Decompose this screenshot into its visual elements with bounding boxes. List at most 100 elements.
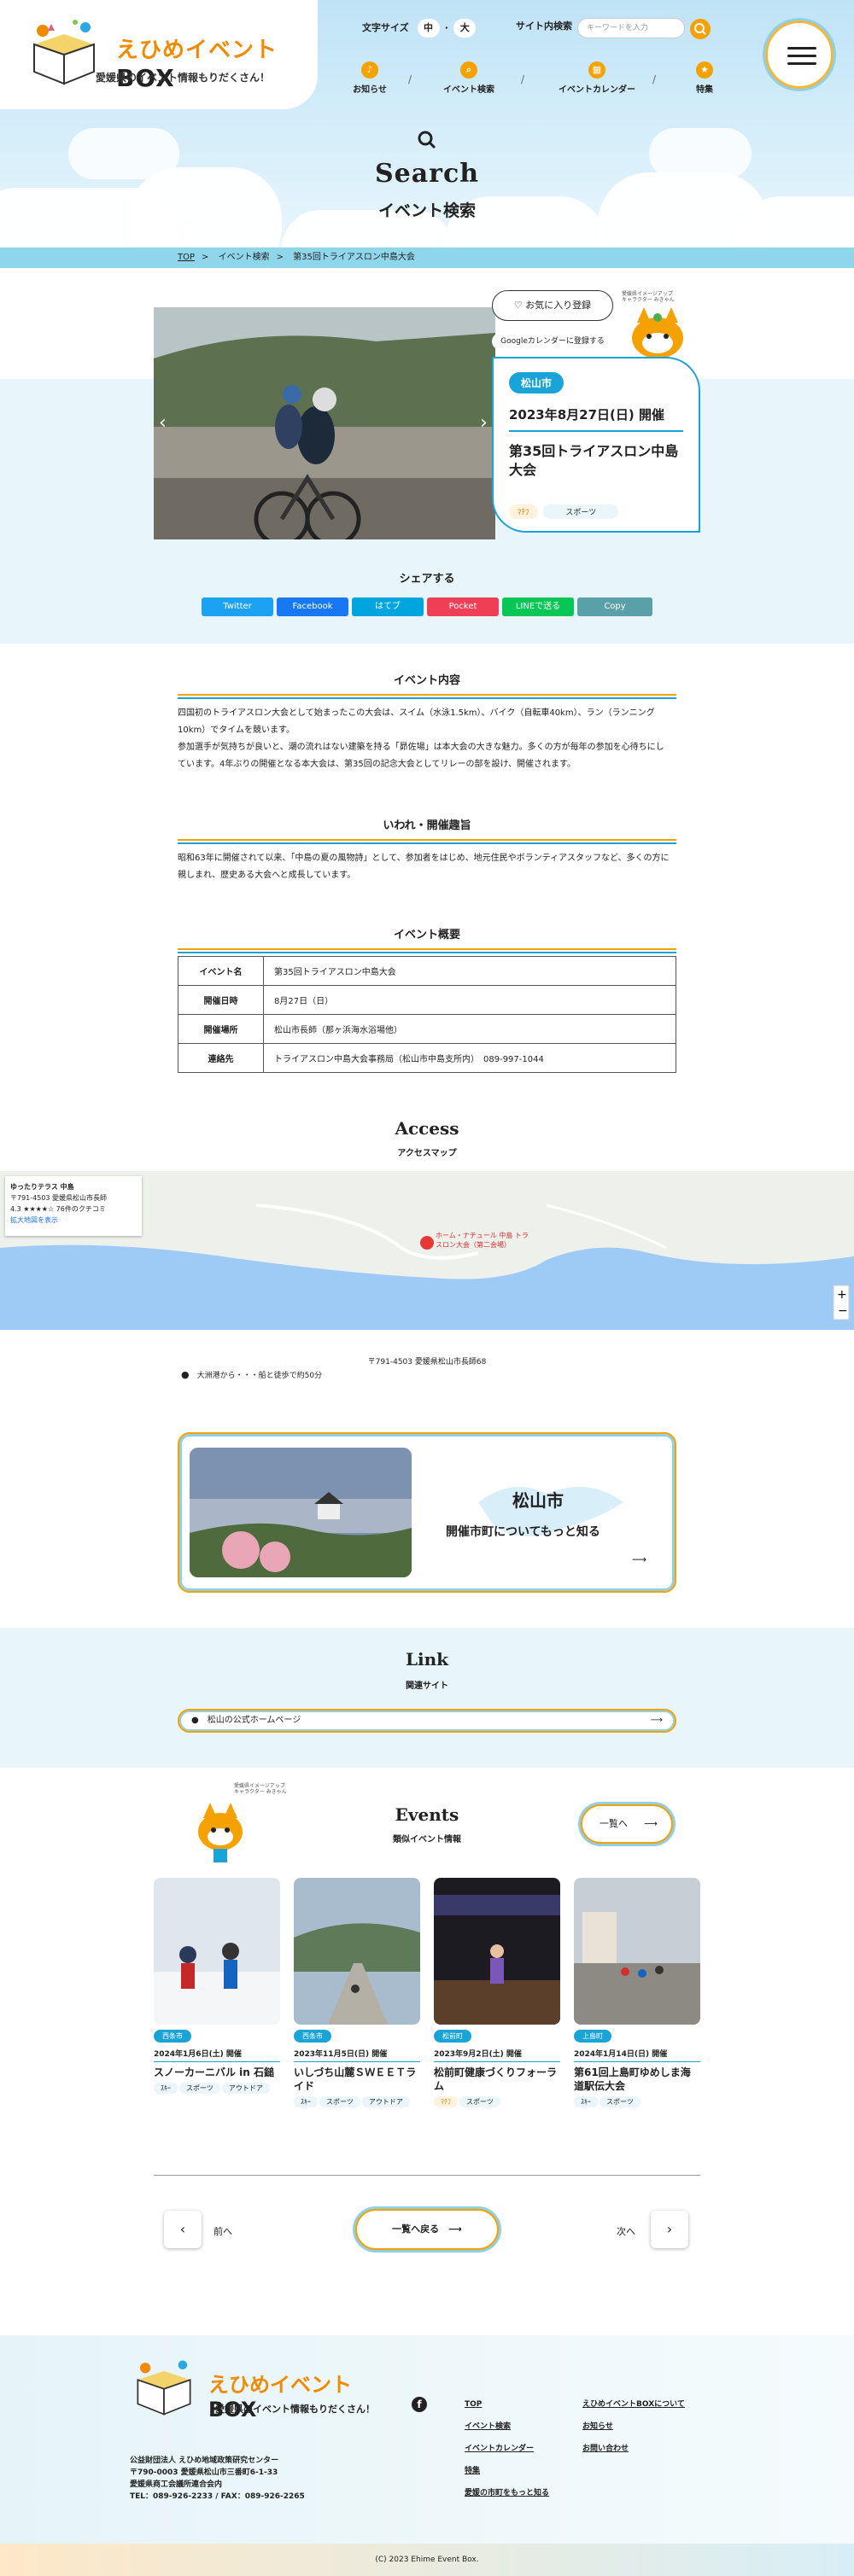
event-title: 第61回上島町ゆめしま海道駅伝大会 [574,2066,691,2093]
event-city-tag[interactable]: 上島町 [574,2030,611,2043]
breadcrumb-top[interactable]: TOP [178,253,195,262]
bullet-icon: ● [191,1716,199,1725]
city-info-link[interactable]: 松山市 開催市町についてもっと知る ⟶ [178,1432,676,1593]
event-date: 2024年1月6日(土) 開催 [154,2048,280,2062]
menu-bar [787,62,816,65]
breadcrumb-current: 第35回トライアスロン中島大会 [293,253,415,262]
event-tags: ﾏﾁﾌ スポーツ [509,504,622,519]
link-subheading: 関連サイト [406,1681,448,1691]
share-pocket-button[interactable]: Pocket [427,597,499,616]
font-size-medium-button[interactable]: 中 [417,19,440,38]
nav-feature[interactable]: ★ 特集 [666,61,743,95]
table-row: イベント名 第35回トライアスロン中島大会 [178,956,676,986]
map-enlarge-link[interactable]: 拡大地図を表示 [10,1215,137,1226]
nav-event-calendar[interactable]: ▦ イベントカレンダー [550,61,644,95]
event-date: 2023年8月27日(日) 開催 [509,405,683,432]
menu-bar [787,47,816,50]
table-key: 開催日時 [178,985,264,1015]
castle-photo [190,1448,412,1577]
calendar-icon: ▦ [588,61,605,79]
section-heading-content: イベント内容 [178,671,676,699]
event-info-card: 松山市 2023年8月27日(日) 開催 第35回トライアスロン中島大会 ﾏﾁﾌ… [492,357,700,533]
footer-link[interactable]: TOP [465,2393,549,2416]
site-search-label: サイト内検索 [516,20,572,32]
event-main-image: ‹ › [154,307,495,539]
table-key: イベント名 [178,956,264,986]
share-twitter-button[interactable]: Twitter [202,597,273,616]
nav-separator: / [652,73,657,85]
share-facebook-button[interactable]: Facebook [277,597,348,616]
search-input[interactable]: キーワードを入力 [577,18,685,38]
event-tag[interactable]: ﾏﾁﾌ [509,504,538,519]
search-submit-button[interactable] [690,19,711,39]
arrow-right-icon: ⟶ [632,1553,647,1565]
favorite-button[interactable]: ♡ お気に入り登録 [492,290,613,321]
event-thumbnail [154,1878,280,2025]
logo-area[interactable]: えひめイベントBOX 愛媛県のイベント情報もりだくさん！ [0,0,318,109]
breadcrumb: TOP > イベント検索 > 第35回トライアスロン中島大会 [0,248,854,268]
event-title: 第35回トライアスロン中島大会 [509,443,679,479]
events-list-button[interactable]: 一覧へ ⟶ [581,1804,673,1844]
city-photo [190,1448,412,1577]
breadcrumb-event-search[interactable]: イベント検索 [219,253,270,262]
footer-nav-1: TOP イベント検索 イベントカレンダー 特集 愛媛の市町をもっと知る [465,2393,549,2504]
event-date: 2023年9月2日(土) 開催 [434,2048,560,2062]
svg-text:−: − [838,1304,848,1318]
footer-link[interactable]: お問い合わせ [582,2438,685,2460]
page-title-jp: イベント検索 [377,201,476,220]
similar-event-card[interactable]: 西条市 2023年11月5日(日) 開催 いしづち山麓ＳＷＥＥＴライド ｽｷｰス… [294,1878,420,2110]
event-city-tag[interactable]: 松前町 [434,2030,471,2043]
footer-logo[interactable]: えひめイベントBOX 愛媛県のイベント情報もりだくさん！ [130,2357,386,2426]
footer-link[interactable]: イベントカレンダー [465,2438,549,2460]
share-copy-button[interactable]: Copy [577,597,652,616]
google-map[interactable]: + − ゆったりテラス 中島 〒791-4503 愛媛県松山市長師 4.3 ★★… [0,1171,854,1330]
related-site-link[interactable]: ● 松山の公式ホームページ ⟶ [178,1709,676,1733]
similar-event-card[interactable]: 上島町 2024年1月14日(日) 開催 第61回上島町ゆめしま海道駅伝大会 ｽ… [574,1878,700,2110]
footer-link[interactable]: お知らせ [582,2416,685,2438]
similar-event-card[interactable]: 西条市 2024年1月6日(土) 開催 スノーカーニバル in 石鎚 ｽｷｰ スポ… [154,1878,280,2096]
footer-link[interactable]: イベント検索 [465,2416,549,2438]
next-label[interactable]: 次へ [617,2224,635,2238]
access-heading: Access [395,1118,459,1139]
gift-box-icon [33,20,95,85]
cyclist-photo: ‹ › [154,307,495,539]
footer-link[interactable]: えひめイベントBOXについて [582,2393,685,2416]
event-thumbnail [294,1878,420,2025]
event-tags: ｽｷｰ スポーツ アウトドア [294,2096,420,2110]
prev-label[interactable]: 前へ [214,2224,232,2238]
back-to-list-button[interactable]: 一覧へ戻る ⟶ [355,2209,499,2250]
search-icon [694,23,706,35]
similar-event-card[interactable]: 松前町 2023年9月2日(土) 開催 松前町健康づくりフォーラム ﾏﾁﾌ スポー… [434,1878,560,2110]
nav-event-search[interactable]: ⌕ イベント検索 [430,61,507,95]
hamburger-menu-button[interactable] [765,20,834,89]
event-tags: ｽｷｰ スポーツ [574,2096,700,2110]
city-name: 松山市 [512,1490,564,1511]
footer-link[interactable]: 愛媛の市町をもっと知る [465,2482,549,2504]
share-line-button[interactable]: LINEで送る [502,597,574,616]
event-tag[interactable]: スポーツ [543,504,619,519]
nav-news[interactable]: ♪ お知らせ [331,61,408,95]
prev-button[interactable]: ‹ [164,2211,202,2248]
arrow-right-icon: ⟶ [650,1716,663,1725]
share-hatena-button[interactable]: はてブ [352,597,424,616]
event-thumbnail [434,1878,560,2025]
event-city-tag[interactable]: 西条市 [294,2030,331,2043]
svg-text:+: + [837,1288,847,1302]
event-overview-table: イベント名 第35回トライアスロン中島大会 開催日時 8月27日（日） 開催場所 松山… [178,956,676,1073]
next-button[interactable]: › [651,2211,688,2248]
event-title: いしづち山麓ＳＷＥＥＴライド [294,2066,417,2093]
table-row: 開催場所 松山市長師（那ヶ浜海水浴場他） [178,1014,676,1044]
city-tag[interactable]: 松山市 [509,372,564,393]
google-calendar-button[interactable]: Googleカレンダーに登録する [492,333,613,350]
facebook-icon[interactable]: f [412,2397,427,2412]
bell-icon: ♪ [361,61,378,79]
font-size-large-button[interactable]: 大 [453,19,477,38]
map-pin-label: ホーム・ナチュール 中島 トラスロン大会（第二会場） [436,1232,529,1249]
divider [154,2175,700,2176]
map-place-name: ゆったりテラス 中島 [10,1183,74,1191]
event-city-tag[interactable]: 西条市 [154,2030,191,2043]
svg-text:愛媛県イメージアップ: 愛媛県イメージアップ [234,1782,285,1789]
footer [0,2335,854,2557]
chevron-left-icon: ‹ [179,2221,186,2237]
footer-link[interactable]: 特集 [465,2460,549,2482]
